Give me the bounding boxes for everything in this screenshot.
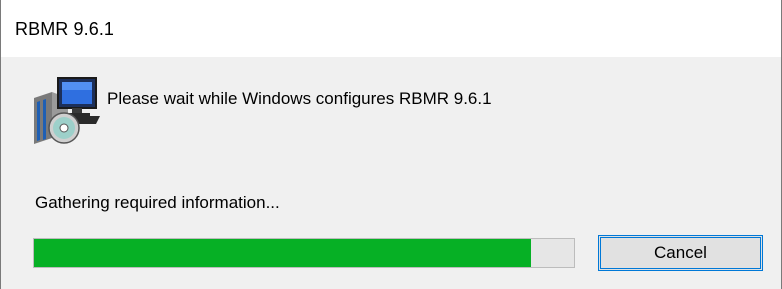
- progress-bar: [33, 238, 575, 268]
- configure-message: Please wait while Windows configures RBM…: [107, 89, 492, 108]
- window-title: RBMR 9.6.1: [15, 19, 115, 39]
- cancel-button[interactable]: Cancel: [598, 235, 763, 271]
- progress-bar-fill: [34, 239, 531, 267]
- title-bar[interactable]: RBMR 9.6.1: [1, 0, 781, 57]
- status-message: Gathering required information...: [35, 193, 280, 212]
- installer-dialog-window: RBMR 9.6.1 Please wait while Windows con…: [0, 0, 782, 289]
- installer-package-icon: [28, 76, 102, 146]
